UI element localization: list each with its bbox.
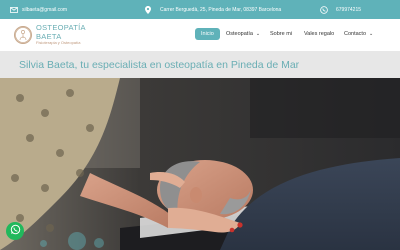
menu-item-inicio[interactable]: Inicio	[195, 28, 220, 40]
decorative-circle	[40, 240, 47, 247]
email-text: silbaeta@gmail.com	[22, 6, 68, 13]
address-link[interactable]: Carrer Berguedà, 25, Pineda de Mar, 0839…	[144, 0, 281, 19]
menu-item-label: Sobre mi	[270, 31, 293, 37]
menu-item-label: Inicio	[201, 31, 214, 37]
whatsapp-icon	[10, 222, 21, 240]
menu-item-label: Osteopatía	[226, 31, 253, 37]
whatsapp-small-icon	[320, 5, 328, 14]
menu-item-label: Vales regalo	[304, 31, 335, 37]
email-link[interactable]: silbaeta@gmail.com	[10, 0, 67, 19]
mail-icon	[10, 6, 18, 14]
decorative-circle	[68, 232, 86, 250]
top-contact-bar: silbaeta@gmail.com Carrer Berguedà, 25, …	[0, 0, 400, 19]
phone-link[interactable]: 679974215	[320, 0, 361, 19]
chevron-down-icon: ⌄	[255, 31, 261, 37]
location-pin-icon	[144, 5, 152, 14]
address-text: Carrer Berguedà, 25, Pineda de Mar, 0839…	[160, 6, 282, 13]
menu-item-osteopatia[interactable]: Osteopatía ⌄	[226, 26, 260, 42]
title-banner: Silvia Baeta, tu especialista en osteopa…	[0, 51, 400, 78]
page-title: Silvia Baeta, tu especialista en osteopa…	[19, 59, 300, 71]
main-menu: Inicio Osteopatía ⌄ Sobre mi Vales regal…	[0, 26, 400, 42]
menu-item-contacto[interactable]: Contacto ⌄	[344, 26, 373, 42]
hero-photo	[0, 78, 400, 250]
menu-item-sobre-mi[interactable]: Sobre mi	[270, 26, 292, 42]
chevron-down-icon: ⌄	[369, 31, 374, 37]
phone-text: 679974215	[336, 6, 362, 13]
whatsapp-float-button[interactable]	[6, 222, 24, 240]
menu-item-vales-regalo[interactable]: Vales regalo	[304, 26, 334, 42]
menu-item-label: Contacto	[344, 31, 367, 37]
decorative-circle	[94, 238, 104, 248]
